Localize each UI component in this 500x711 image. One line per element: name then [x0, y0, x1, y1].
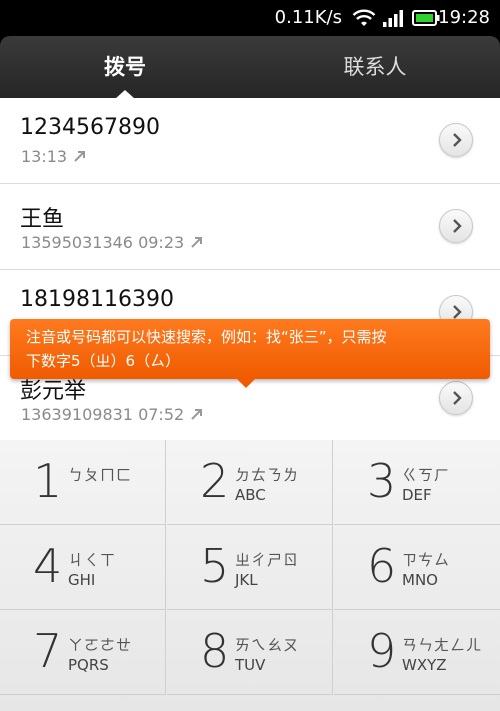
key-letters: WXYZ [402, 656, 447, 674]
call-number: 王鱼 [20, 207, 65, 232]
key-letters: TUV [235, 656, 266, 674]
key-8[interactable]: 8 ㄞㄟㄠㄡ TUV [167, 610, 333, 695]
key-digit: 2 [200, 454, 230, 508]
key-zhuyin: ㄅㄆㄇㄈ [68, 466, 133, 484]
key-zhuyin: ㄓㄔㄕㄖ [235, 551, 300, 569]
status-bar: 0.11K/s 19:28 [0, 0, 500, 36]
outgoing-call-icon [191, 409, 203, 420]
key-zhuyin: ㄞㄟㄠㄡ [235, 636, 300, 654]
key-digit: 5 [200, 539, 230, 593]
chevron-right-icon [453, 219, 462, 233]
tooltip-pointer [237, 379, 255, 388]
call-detail-button[interactable] [439, 123, 473, 157]
tab-contacts[interactable]: 联系人 [250, 36, 500, 98]
dial-keypad: 1 ㄅㄆㄇㄈ 2 ㄉㄊㄋㄌ ABC 3 ㄍㄎㄏ DEF 4 ㄐㄑㄒ GHI 5 … [0, 440, 500, 711]
key-digit: 3 [367, 454, 397, 508]
key-digit: 7 [33, 624, 63, 678]
network-speed: 0.11K/s [274, 7, 342, 28]
key-digit: 6 [367, 539, 397, 593]
key-zhuyin: ㄗㄘㄙ [402, 551, 451, 569]
key-digit: 1 [33, 454, 63, 508]
key-9[interactable]: 9 ㄢㄣㄤㄥㄦ WXYZ [334, 610, 500, 695]
key-digit: 9 [367, 624, 397, 678]
call-meta: 13595031346 09:23 [21, 233, 204, 252]
call-time: 13595031346 09:23 [21, 233, 185, 252]
call-detail-button[interactable] [439, 209, 473, 243]
clock: 19:28 [438, 7, 490, 28]
key-7[interactable]: 7 ㄚㄛㄜㄝ PQRS [0, 610, 166, 695]
key-2[interactable]: 2 ㄉㄊㄋㄌ ABC [167, 440, 333, 525]
key-4[interactable]: 4 ㄐㄑㄒ GHI [0, 525, 166, 610]
call-log-row[interactable]: 1234567890 13:13 [0, 98, 500, 184]
call-log-row[interactable]: 王鱼 13595031346 09:23 [0, 184, 500, 270]
call-detail-button[interactable] [439, 381, 473, 415]
chevron-right-icon [453, 391, 462, 405]
outgoing-call-icon [191, 237, 203, 248]
tab-dial[interactable]: 拨号 [0, 36, 250, 98]
key-3[interactable]: 3 ㄍㄎㄏ DEF [334, 440, 500, 525]
wifi-icon [352, 9, 376, 26]
key-zhuyin: ㄉㄊㄋㄌ [235, 466, 300, 484]
key-letters: ABC [235, 486, 266, 504]
key-digit: 4 [33, 539, 63, 593]
call-time: 13639109831 07:52 [21, 405, 185, 424]
signal-icon [383, 10, 403, 27]
key-6[interactable]: 6 ㄗㄘㄙ MNO [334, 525, 500, 610]
key-zhuyin: ㄐㄑㄒ [68, 551, 117, 569]
chevron-right-icon [453, 305, 462, 319]
call-meta: 13:13 [21, 147, 87, 166]
call-meta: 13639109831 07:52 [21, 405, 204, 424]
search-hint-tooltip[interactable]: 注音或号码都可以快速搜索，例如：找“张三”，只需按 下数字5（ㄓ）6（ㄙ） [10, 319, 490, 379]
key-letters: MNO [402, 571, 438, 589]
key-5[interactable]: 5 ㄓㄔㄕㄖ JKL [167, 525, 333, 610]
call-time: 13:13 [21, 147, 68, 166]
call-number: 1234567890 [20, 115, 160, 140]
key-letters: DEF [402, 486, 432, 504]
key-digit: 8 [200, 624, 230, 678]
key-letters: PQRS [68, 656, 109, 674]
call-log-list: 1234567890 13:13 王鱼 13595031346 09:23 18… [0, 98, 500, 440]
key-letters: GHI [68, 571, 96, 589]
key-zhuyin: ㄢㄣㄤㄥㄦ [402, 636, 483, 654]
chevron-right-icon [453, 133, 462, 147]
key-letters: JKL [235, 571, 258, 589]
tooltip-line-1: 注音或号码都可以快速搜索，例如：找“张三”，只需按 [26, 328, 387, 346]
battery-icon [412, 10, 440, 26]
call-number: 18198116390 [20, 287, 174, 312]
outgoing-call-icon [74, 151, 86, 162]
tooltip-line-2: 下数字5（ㄓ）6（ㄙ） [26, 352, 181, 370]
key-zhuyin: ㄚㄛㄜㄝ [68, 636, 133, 654]
tab-bar: 拨号 联系人 [0, 36, 500, 99]
key-zhuyin: ㄍㄎㄏ [402, 466, 451, 484]
key-1[interactable]: 1 ㄅㄆㄇㄈ [0, 440, 166, 525]
